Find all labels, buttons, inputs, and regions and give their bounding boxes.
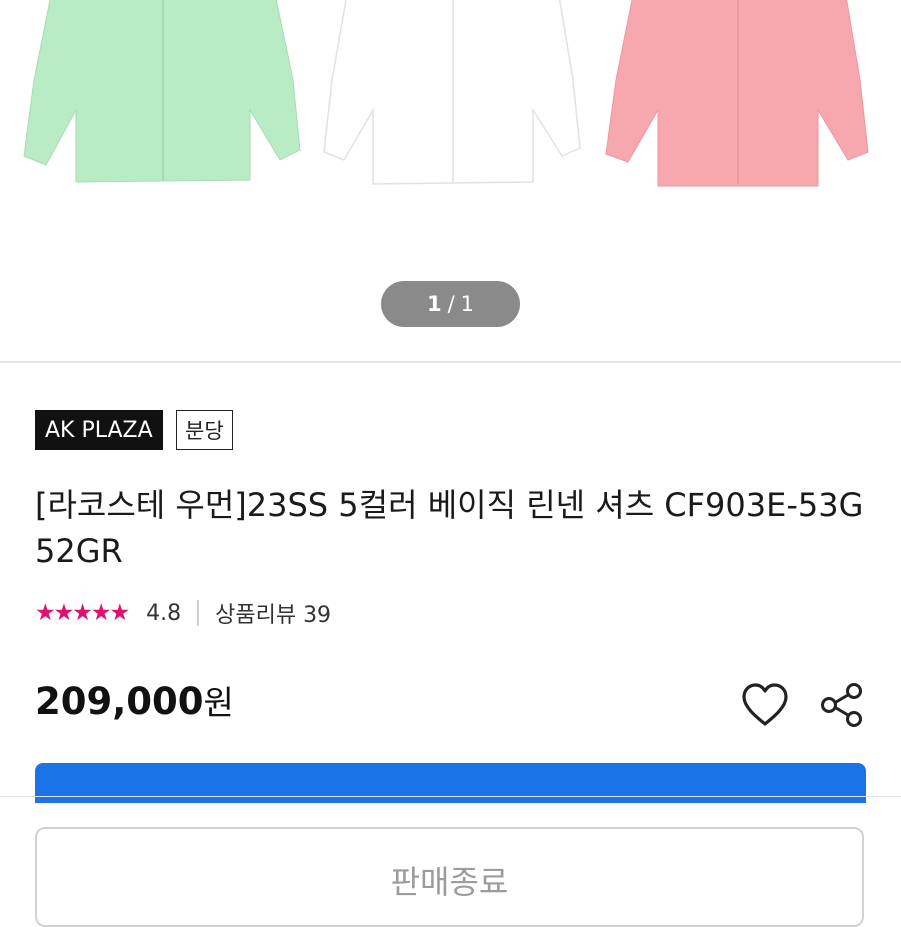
rating-divider	[197, 600, 200, 626]
pager-current: 1	[426, 292, 442, 316]
product-image-gallery[interactable]: 1 / 1	[0, 0, 901, 360]
store-badge[interactable]: AK PLAZA	[35, 410, 163, 450]
bottom-bar-divider	[0, 796, 901, 797]
sold-out-label: 판매종료	[390, 863, 509, 901]
rating-stars-icon: ★★★★★	[35, 600, 130, 626]
product-price: 209,000원	[35, 676, 234, 724]
buy-button[interactable]	[35, 763, 866, 803]
section-divider	[0, 361, 901, 363]
pager-separator: /	[447, 292, 455, 316]
price-amount: 209,000	[35, 680, 204, 723]
share-icon[interactable]	[818, 682, 866, 728]
rating-row: ★★★★★ 4.8 상품리뷰 39	[35, 595, 331, 631]
product-image-pink-shirt	[605, 0, 869, 187]
review-count-link[interactable]: 상품리뷰 39	[215, 597, 331, 629]
product-image-green-shirt	[23, 0, 301, 183]
image-pager: 1 / 1	[381, 281, 520, 327]
sold-out-button: 판매종료	[35, 827, 864, 927]
product-title: [라코스테 우먼]23SS 5컬러 베이직 린넨 셔츠 CF903E-53G 5…	[35, 486, 864, 570]
heart-outline-icon[interactable]	[740, 682, 790, 728]
price-currency: 원	[203, 683, 234, 722]
pager-total: 1	[460, 292, 475, 316]
rating-score: 4.8	[146, 600, 182, 626]
product-image-white-shirt	[323, 0, 581, 185]
branch-badge: 분당	[176, 410, 233, 450]
